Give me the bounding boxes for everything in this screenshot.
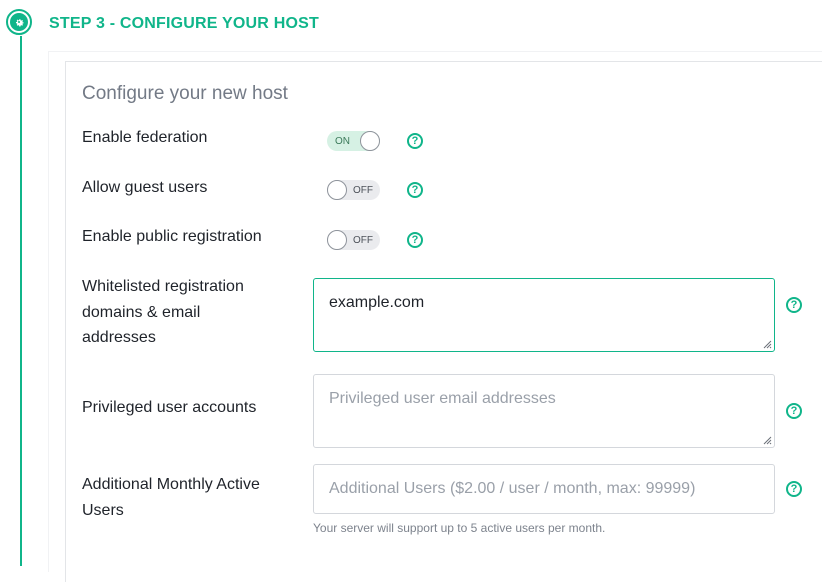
toggle-knob: [327, 230, 347, 250]
whitelist-label: Whitelisted registration domains & email…: [82, 274, 244, 351]
help-icon[interactable]: ?: [786, 297, 802, 313]
mau-label-line: Additional Monthly Active: [82, 476, 260, 493]
toggle-state-label: ON: [335, 135, 350, 147]
toggle-knob: [360, 131, 380, 151]
toggle-state-label: OFF: [353, 234, 373, 246]
section-title: Configure your new host: [82, 83, 288, 104]
public-registration-toggle[interactable]: OFF: [327, 230, 380, 250]
additional-users-placeholder: Additional Users ($2.00 / user / month, …: [329, 480, 696, 497]
federation-label: Enable federation: [82, 129, 208, 146]
additional-users-input[interactable]: Additional Users ($2.00 / user / month, …: [313, 464, 775, 514]
resize-handle-icon[interactable]: [762, 435, 772, 445]
guest-toggle[interactable]: OFF: [327, 180, 380, 200]
gear-icon: [10, 13, 28, 31]
privileged-placeholder: Privileged user email addresses: [329, 390, 556, 407]
whitelist-textarea[interactable]: example.com: [313, 278, 775, 352]
privileged-textarea[interactable]: Privileged user email addresses: [313, 374, 775, 448]
whitelist-label-line: domains & email: [82, 303, 201, 321]
federation-toggle[interactable]: ON: [327, 131, 380, 151]
help-icon[interactable]: ?: [407, 133, 423, 149]
step-title: STEP 3 - CONFIGURE YOUR HOST: [49, 15, 319, 32]
mau-label-line: Users: [82, 501, 124, 519]
resize-handle-icon[interactable]: [762, 339, 772, 349]
mau-label: Additional Monthly Active Users: [82, 472, 260, 523]
help-icon[interactable]: ?: [786, 403, 802, 419]
step-indicator: [6, 9, 32, 35]
help-icon[interactable]: ?: [407, 182, 423, 198]
help-icon[interactable]: ?: [786, 481, 802, 497]
public-registration-label: Enable public registration: [82, 228, 262, 245]
mau-hint: Your server will support up to 5 active …: [313, 521, 606, 535]
guest-label: Allow guest users: [82, 179, 208, 196]
toggle-knob: [327, 180, 347, 200]
toggle-state-label: OFF: [353, 184, 373, 196]
whitelist-value: example.com: [329, 294, 425, 311]
privileged-label: Privileged user accounts: [82, 399, 257, 416]
whitelist-label-line: Whitelisted registration: [82, 278, 244, 295]
help-icon[interactable]: ?: [407, 232, 423, 248]
whitelist-label-line: addresses: [82, 329, 156, 346]
step-timeline-line: [20, 36, 22, 566]
